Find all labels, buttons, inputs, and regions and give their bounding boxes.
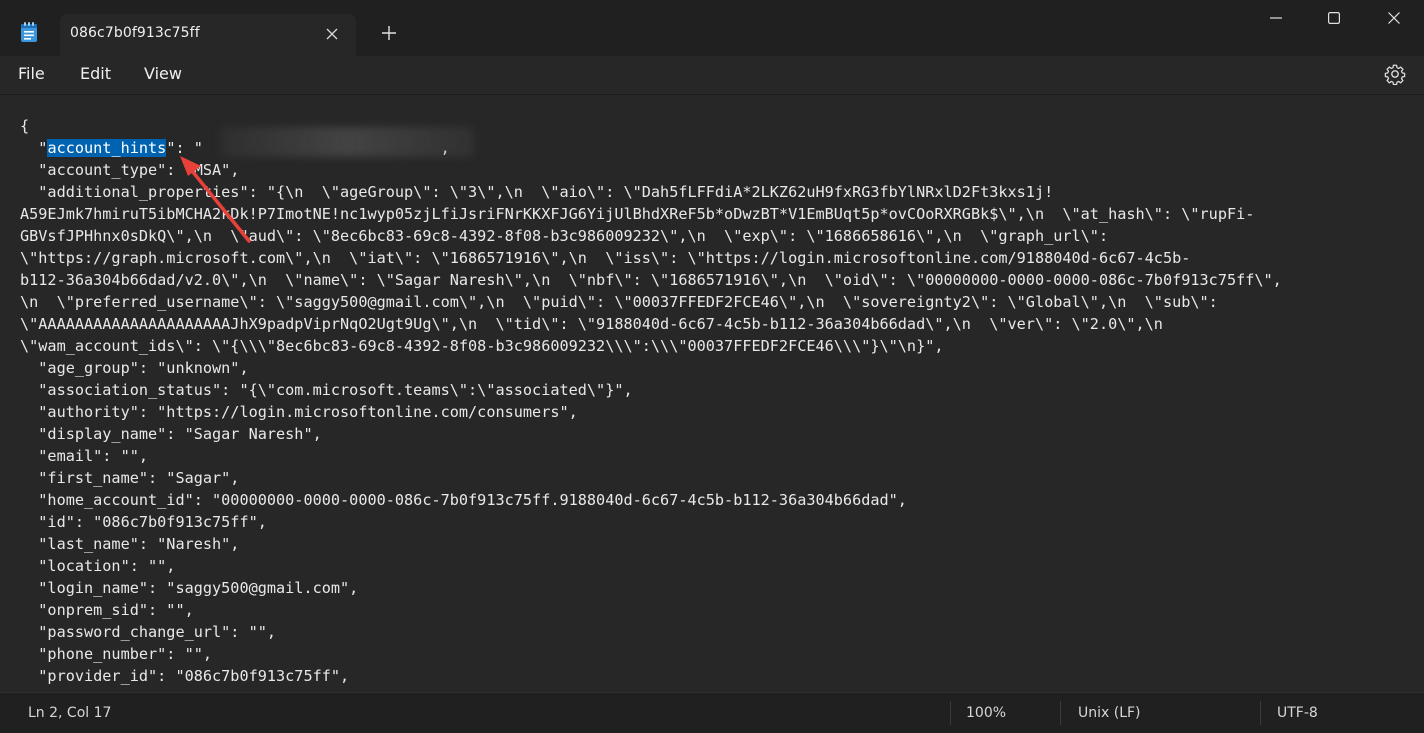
close-window-button[interactable] <box>1364 0 1424 40</box>
code-line: "age_group": "unknown", <box>20 359 249 377</box>
code-line: A59EJmk7hmiruT5ibMCHA2kDk!P7ImotNE!nc1wy… <box>20 205 1255 223</box>
menu-file[interactable]: File <box>18 64 45 83</box>
code-line: \"wam_account_ids\": \"{\\\"8ec6bc83-69c… <box>20 337 944 355</box>
status-divider <box>1060 701 1061 725</box>
close-tab-button[interactable] <box>320 22 344 46</box>
code-line: \"AAAAAAAAAAAAAAAAAAAAAJhX9padpViprNqO2U… <box>20 315 1163 333</box>
menu-bar: File Edit View <box>0 56 1424 94</box>
code-line: "display_name": "Sagar Naresh", <box>20 425 322 443</box>
minimize-icon <box>1270 17 1282 19</box>
code-line: "association_status": "{\"com.microsoft.… <box>20 381 633 399</box>
code-line: "onprem_sid": "", <box>20 601 194 619</box>
cursor-position: Ln 2, Col 17 <box>28 705 112 721</box>
menu-view[interactable]: View <box>144 64 182 83</box>
tab-file[interactable]: 086c7b0f913c75ff <box>60 14 356 56</box>
maximize-icon <box>1328 12 1341 25</box>
tab-title: 086c7b0f913c75ff <box>70 25 200 41</box>
code-line: "provider_id": "086c7b0f913c75ff", <box>20 667 350 685</box>
minimize-button[interactable] <box>1246 0 1306 40</box>
code-line: "additional_properties": "{\n \"ageGroup… <box>20 183 1054 201</box>
code-line: "authority": "https://login.microsoftonl… <box>20 403 578 421</box>
code-line: "first_name": "Sagar", <box>20 469 240 487</box>
redacted-value <box>220 127 474 157</box>
text-editor[interactable]: { "account_hints": " , "account_type": "… <box>0 94 1424 693</box>
title-bar: 086c7b0f913c75ff <box>0 0 1424 56</box>
code-line: "phone_number": "", <box>20 645 213 663</box>
code-line: "location": "", <box>20 557 176 575</box>
code-line: "home_account_id": "00000000-0000-0000-0… <box>20 491 907 509</box>
code-line: "id": "086c7b0f913c75ff", <box>20 513 267 531</box>
code-line: \"https://graph.microsoft.com\",\n \"iat… <box>20 249 1191 267</box>
code-line: \n \"preferred_username\": \"saggy500@gm… <box>20 293 1218 311</box>
line-ending[interactable]: Unix (LF) <box>1078 705 1141 721</box>
notepad-icon <box>21 22 37 42</box>
selected-text: account_hints <box>47 139 167 157</box>
code-line: { <box>20 117 30 135</box>
code-line: " <box>20 139 48 157</box>
code-lines: "account_type": "MSA", "additional_prope… <box>20 161 1282 685</box>
code-line: b112-36a304b66dad/v2.0\",\n \"name\": \"… <box>20 271 1282 289</box>
menu-edit[interactable]: Edit <box>80 64 111 83</box>
gear-icon[interactable] <box>1384 63 1406 85</box>
encoding[interactable]: UTF-8 <box>1277 705 1318 721</box>
status-divider <box>950 701 951 725</box>
code-line: "password_change_url": "", <box>20 623 277 641</box>
close-icon <box>1388 12 1400 24</box>
close-icon <box>326 28 338 40</box>
code-line: "email": "", <box>20 447 149 465</box>
maximize-button[interactable] <box>1304 0 1364 40</box>
code-line: GBVsfJPHhnx0sDkQ\",\n \"aud\": \"8ec6bc8… <box>20 227 1109 245</box>
status-bar: Ln 2, Col 17 100% Unix (LF) UTF-8 <box>0 692 1424 733</box>
zoom-level[interactable]: 100% <box>966 705 1006 721</box>
status-divider <box>1260 701 1261 725</box>
code-line: "last_name": "Naresh", <box>20 535 240 553</box>
document-text: { "account_hints": " , "account_type": "… <box>20 115 1282 687</box>
code-line: "login_name": "saggy500@gmail.com", <box>20 579 359 597</box>
code-line: "account_type": "MSA", <box>20 161 240 179</box>
new-tab-button[interactable] <box>376 20 402 46</box>
plus-icon <box>382 26 396 40</box>
